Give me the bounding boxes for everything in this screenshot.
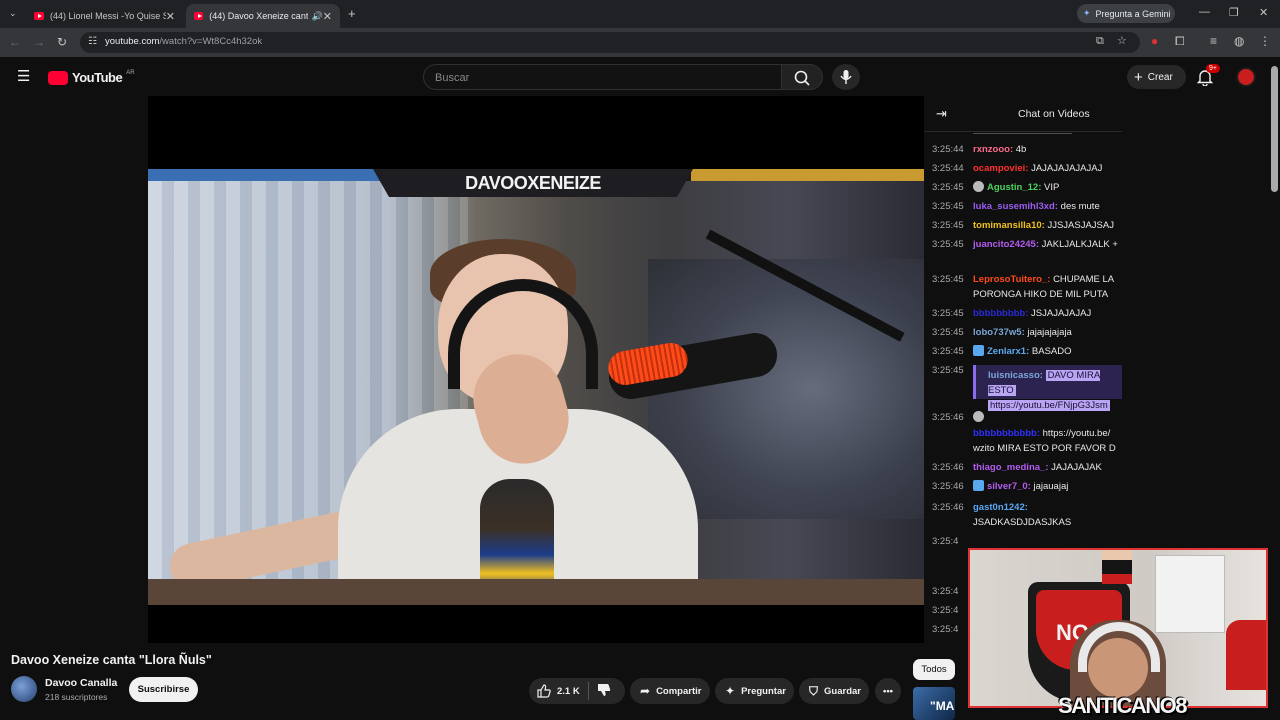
back-icon[interactable]: ← — [9, 36, 21, 48]
like-dislike-group: 2.1 K — [529, 678, 625, 704]
tab-title: (44) Lionel Messi -Yo Quise Ser — [50, 11, 166, 21]
user-badge-icon — [973, 345, 984, 356]
save-label: Guardar — [824, 685, 861, 697]
forward-icon[interactable]: → — [33, 36, 45, 48]
close-tab-icon[interactable]: ✕ — [166, 10, 175, 23]
share-icon: ➦ — [640, 684, 651, 698]
desk — [148, 579, 924, 605]
tab-search-icon[interactable]: ⌄ — [9, 8, 17, 19]
subscriber-count: 218 suscriptores — [45, 692, 108, 702]
youtube-logo-icon — [48, 70, 68, 85]
site-info-icon[interactable]: ☷ — [88, 37, 97, 47]
create-label: Crear — [1147, 71, 1173, 83]
subscribe-button[interactable]: Suscribirse — [129, 677, 198, 702]
chat-scrolled-text: ▬▬▬▬▬▬▬▬▬▬▬ — [973, 128, 1072, 134]
user-badge-icon — [973, 411, 984, 422]
notifications-button[interactable]: 9+ — [1196, 64, 1220, 91]
gemini-button[interactable]: ✦ Pregunta a Gemini — [1077, 4, 1175, 23]
filter-chip-all[interactable]: Todos — [913, 659, 955, 680]
url-text[interactable]: youtube.com/watch?v=Wt8Cc4h32ok — [105, 36, 262, 47]
logo-text: YouTube — [72, 70, 123, 85]
search-placeholder: Buscar — [435, 72, 470, 84]
menu-dots-icon[interactable]: ⋮ — [1259, 35, 1271, 47]
search-input[interactable]: Buscar — [423, 64, 782, 90]
search-button[interactable] — [781, 64, 823, 90]
ask-button[interactable]: ✦ Preguntar — [715, 678, 794, 704]
extensions-puzzle-icon[interactable]: ⧠ — [1175, 35, 1185, 47]
hamburger-menu-icon[interactable]: ☰ — [17, 67, 30, 85]
gemini-label: Pregunta a Gemini — [1095, 8, 1171, 19]
page-scrollbar[interactable] — [1271, 66, 1278, 192]
tab-title: (44) Davoo Xeneize canta "Ll — [209, 11, 307, 21]
new-tab-icon[interactable]: + — [348, 6, 356, 21]
reading-list-icon[interactable]: ≡ — [1210, 35, 1217, 47]
ask-label: Preguntar — [741, 685, 786, 697]
like-button[interactable]: 2.1 K — [537, 684, 580, 698]
create-button[interactable]: + Crear — [1127, 65, 1186, 89]
thumbs-up-icon — [537, 684, 551, 698]
speaker-icon[interactable]: 🔊 — [312, 11, 323, 22]
profile-icon[interactable]: ◍ — [1234, 35, 1244, 47]
youtube-header: ☰ YouTube AR Buscar + Crear 9+ — [0, 57, 1280, 96]
share-label: Compartir — [656, 685, 702, 697]
webcam-streamer-name: SANTICANO8 — [1058, 693, 1188, 718]
thumbnail-text: "MA — [930, 699, 955, 713]
chat-title: Chat on Videos — [1018, 108, 1090, 120]
share-button[interactable]: ➦ Compartir — [630, 678, 710, 704]
user-badge-icon — [973, 181, 984, 192]
region-code: AR — [126, 69, 135, 76]
webcam-overlay: NO — [968, 548, 1268, 708]
restore-icon[interactable]: ❐ — [1229, 6, 1239, 19]
save-button[interactable]: ⛉ Guardar — [799, 678, 869, 704]
channel-avatar[interactable] — [11, 676, 37, 702]
channel-name[interactable]: Davoo Canalla — [45, 677, 117, 689]
tab-messi[interactable]: (44) Lionel Messi -Yo Quise Ser ✕ — [26, 4, 183, 28]
extension-icon[interactable]: ● — [1151, 35, 1158, 47]
youtube-favicon-icon — [34, 12, 45, 20]
youtube-logo[interactable]: YouTube AR — [48, 70, 135, 85]
browser-toolbar: ← → ↻ ☷ youtube.com/watch?v=Wt8Cc4h32ok … — [0, 28, 1280, 57]
user-badge-icon — [973, 480, 984, 491]
related-video-thumbnail[interactable]: "MA — [913, 687, 955, 720]
close-tab-icon[interactable]: ✕ — [323, 10, 332, 23]
more-dots-icon: ••• — [883, 685, 893, 697]
reload-icon[interactable]: ↻ — [57, 36, 67, 48]
thumbs-down-icon — [597, 683, 610, 696]
install-app-icon[interactable]: ⧉ — [1096, 36, 1104, 47]
wall-art — [648, 259, 924, 519]
voice-search-button[interactable] — [832, 64, 860, 90]
close-window-icon[interactable]: ✕ — [1259, 6, 1268, 19]
dislike-button[interactable] — [597, 683, 611, 700]
account-avatar[interactable] — [1236, 67, 1256, 87]
red-shirt — [1226, 620, 1266, 690]
video-frame: DAVOOXENEIZE — [148, 169, 924, 605]
gemini-icon: ✦ — [1083, 8, 1091, 18]
divider — [587, 682, 589, 700]
stream-banner: DAVOOXENEIZE — [373, 169, 693, 197]
plus-icon: + — [1134, 68, 1143, 86]
youtube-favicon-icon — [194, 12, 204, 20]
video-player[interactable]: DAVOOXENEIZE — [148, 96, 924, 643]
like-count: 2.1 K — [557, 685, 580, 697]
minimize-icon[interactable]: — — [1199, 6, 1210, 18]
bookmark-icon: ⛉ — [809, 683, 819, 698]
more-actions-button[interactable]: ••• — [875, 678, 901, 704]
search-icon — [794, 70, 810, 86]
bookmark-star-icon[interactable]: ☆ — [1117, 36, 1127, 47]
wall-poster — [1155, 555, 1225, 633]
microphone-icon — [840, 70, 852, 84]
video-title: Davoo Xeneize canta "Llora Ñuls" — [11, 653, 212, 667]
highlighted-chat-message: 3:25:45 luisnicasso: DAVO MIRA ESTO http… — [924, 363, 1122, 411]
collapse-chat-icon[interactable]: ⇥ — [936, 106, 947, 122]
notification-badge: 9+ — [1206, 64, 1220, 73]
browser-tab-strip: ⌄ (44) Lionel Messi -Yo Quise Ser ✕ (44)… — [0, 0, 1280, 28]
address-bar[interactable]: ☷ youtube.com/watch?v=Wt8Cc4h32ok ⧉ ☆ — [80, 32, 1140, 53]
sparkle-icon: ✦ — [725, 684, 736, 698]
player-figure — [1102, 550, 1132, 584]
tab-davoo[interactable]: (44) Davoo Xeneize canta "Ll 🔊 ✕ — [186, 4, 340, 28]
chat-header: ⇥ Chat on Videos — [924, 96, 1122, 132]
